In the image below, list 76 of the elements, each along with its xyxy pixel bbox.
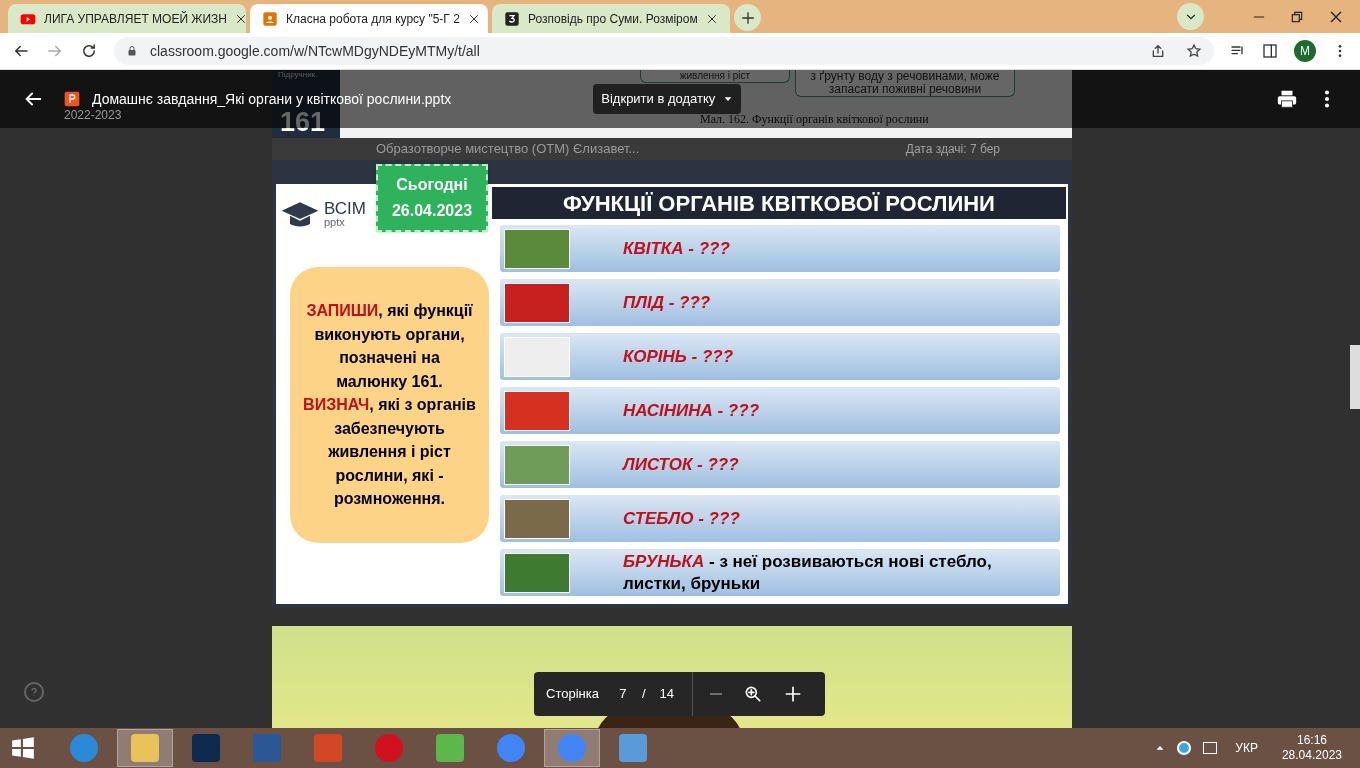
language-indicator[interactable]: УКР (1235, 739, 1258, 757)
year-text: 2022-2023 (64, 108, 122, 122)
app-icon (131, 734, 159, 762)
new-tab-button[interactable] (734, 4, 761, 31)
logo-subtext: pptx (324, 217, 346, 228)
url-text: classroom.google.com/w/NTcwMDgyNDEyMTMy/t/all (150, 41, 480, 61)
browser-tab[interactable]: Розповідь про Суми. Розміром (492, 4, 730, 33)
clock-time: 16:16 (1296, 733, 1327, 748)
current-page-field[interactable]: 7 (615, 684, 630, 704)
tab-title: Класна робота для курсу "5-Г 2 (286, 10, 460, 28)
photo-placeholder (504, 444, 570, 485)
square-icon (504, 10, 520, 27)
figure-caption: Мал. 162. Функції органів квіткової рослини (700, 111, 929, 128)
tray-arrow-icon[interactable] (1155, 743, 1166, 753)
date-text: Сьогодні (396, 175, 468, 195)
photo-placeholder (504, 228, 570, 269)
app-icon (375, 734, 403, 762)
side-panel-icon[interactable] (1262, 43, 1278, 59)
photo-placeholder (504, 390, 570, 431)
browser-tab[interactable]: ЛИГА УПРАВЛЯЕТ МОЕЙ ЖИЗН (8, 4, 246, 33)
diagram-label: з ґрунту воду з речовинами, може запасати поживні речовини (795, 70, 1015, 97)
app-icon (558, 734, 586, 762)
clock-date: 28.04.2023 (1281, 748, 1342, 763)
close-icon[interactable] (706, 12, 718, 25)
photo-placeholder (504, 282, 570, 323)
slide-title: ФУНКЦІЇ ОРГАНІВ КВІТКОВОЇ РОСЛИНИ (492, 187, 1066, 219)
network-icon[interactable] (1203, 742, 1218, 754)
address-bar[interactable]: classroom.google.com/w/NTcwMDgyNDEyMTMy/t/all (114, 37, 1214, 65)
close-icon[interactable] (467, 12, 480, 25)
organ-text: БРУНЬКА - з неї розвиваються нові стебло, листки, бруньки (623, 550, 993, 595)
app-icon (436, 734, 464, 762)
tab-title: Розповідь про Суми. Розміром (528, 10, 698, 28)
page-label: Сторінка (546, 685, 599, 704)
app-icon (619, 734, 647, 762)
organ-text: ПЛІД - ??? (623, 291, 711, 314)
scrollbar-thumb[interactable] (1350, 345, 1360, 409)
app-icon (253, 734, 281, 762)
logo-text: ВСІМ (324, 200, 366, 217)
person-icon (262, 10, 278, 27)
windows-logo-icon[interactable] (10, 735, 36, 761)
open-with-button[interactable]: Відкрити в додатку (593, 84, 742, 114)
share-icon[interactable] (1150, 43, 1166, 59)
date-text: 26.04.2023 (391, 201, 473, 221)
print-icon[interactable] (1276, 88, 1298, 110)
photo-placeholder (504, 498, 570, 539)
organ-text: КВІТКА - ??? (623, 237, 730, 260)
app-icon (192, 734, 220, 762)
star-icon[interactable] (1186, 43, 1202, 59)
total-pages: 14 (659, 685, 675, 704)
presentation-file-icon (64, 91, 80, 107)
tray-icon[interactable] (1177, 741, 1192, 755)
app-icon (497, 734, 525, 762)
lock-icon (126, 45, 138, 57)
caret-icon (723, 94, 734, 104)
caption-text: Підручник. (278, 70, 318, 80)
profile-avatar[interactable]: M (1294, 40, 1316, 62)
close-icon[interactable] (235, 12, 247, 25)
plus-icon (739, 9, 756, 26)
restore-icon[interactable] (1290, 9, 1304, 24)
due-date: Дата здачі: 7 бер (905, 141, 1000, 158)
organ-text: КОРІНЬ - ??? (623, 345, 734, 368)
file-name: Домашнє завдання_Які органи у квіткової рослини.pptx (92, 89, 452, 109)
reload-icon[interactable] (80, 42, 98, 60)
page-number: 161 (280, 107, 326, 138)
app-icon (314, 734, 342, 762)
app-icon (70, 734, 98, 762)
organ-text: ЛИСТОК - ??? (623, 453, 739, 476)
browser-tab[interactable]: Класна робота для курсу "5-Г 2 (250, 4, 488, 33)
tab-title: ЛИГА УПРАВЛЯЕТ МОЕЙ ЖИЗН (44, 10, 227, 28)
organ-text: СТЕБЛО - ??? (623, 507, 740, 530)
photo-placeholder (504, 552, 570, 593)
photo-placeholder (504, 336, 570, 377)
assignment-title: Образотворче мистецтво (ОТМ) Єлизавет... (376, 140, 640, 159)
page-separator: / (641, 685, 646, 704)
organ-text: НАСІНИНА - ??? (623, 399, 760, 422)
instruction-text: ЗАПИШИ, які функції виконують органи, позначені на малюнку 161. ВИЗНАЧ, які з органів забезпечують живлення і ріст рослини, які - розмноження. (302, 301, 477, 510)
